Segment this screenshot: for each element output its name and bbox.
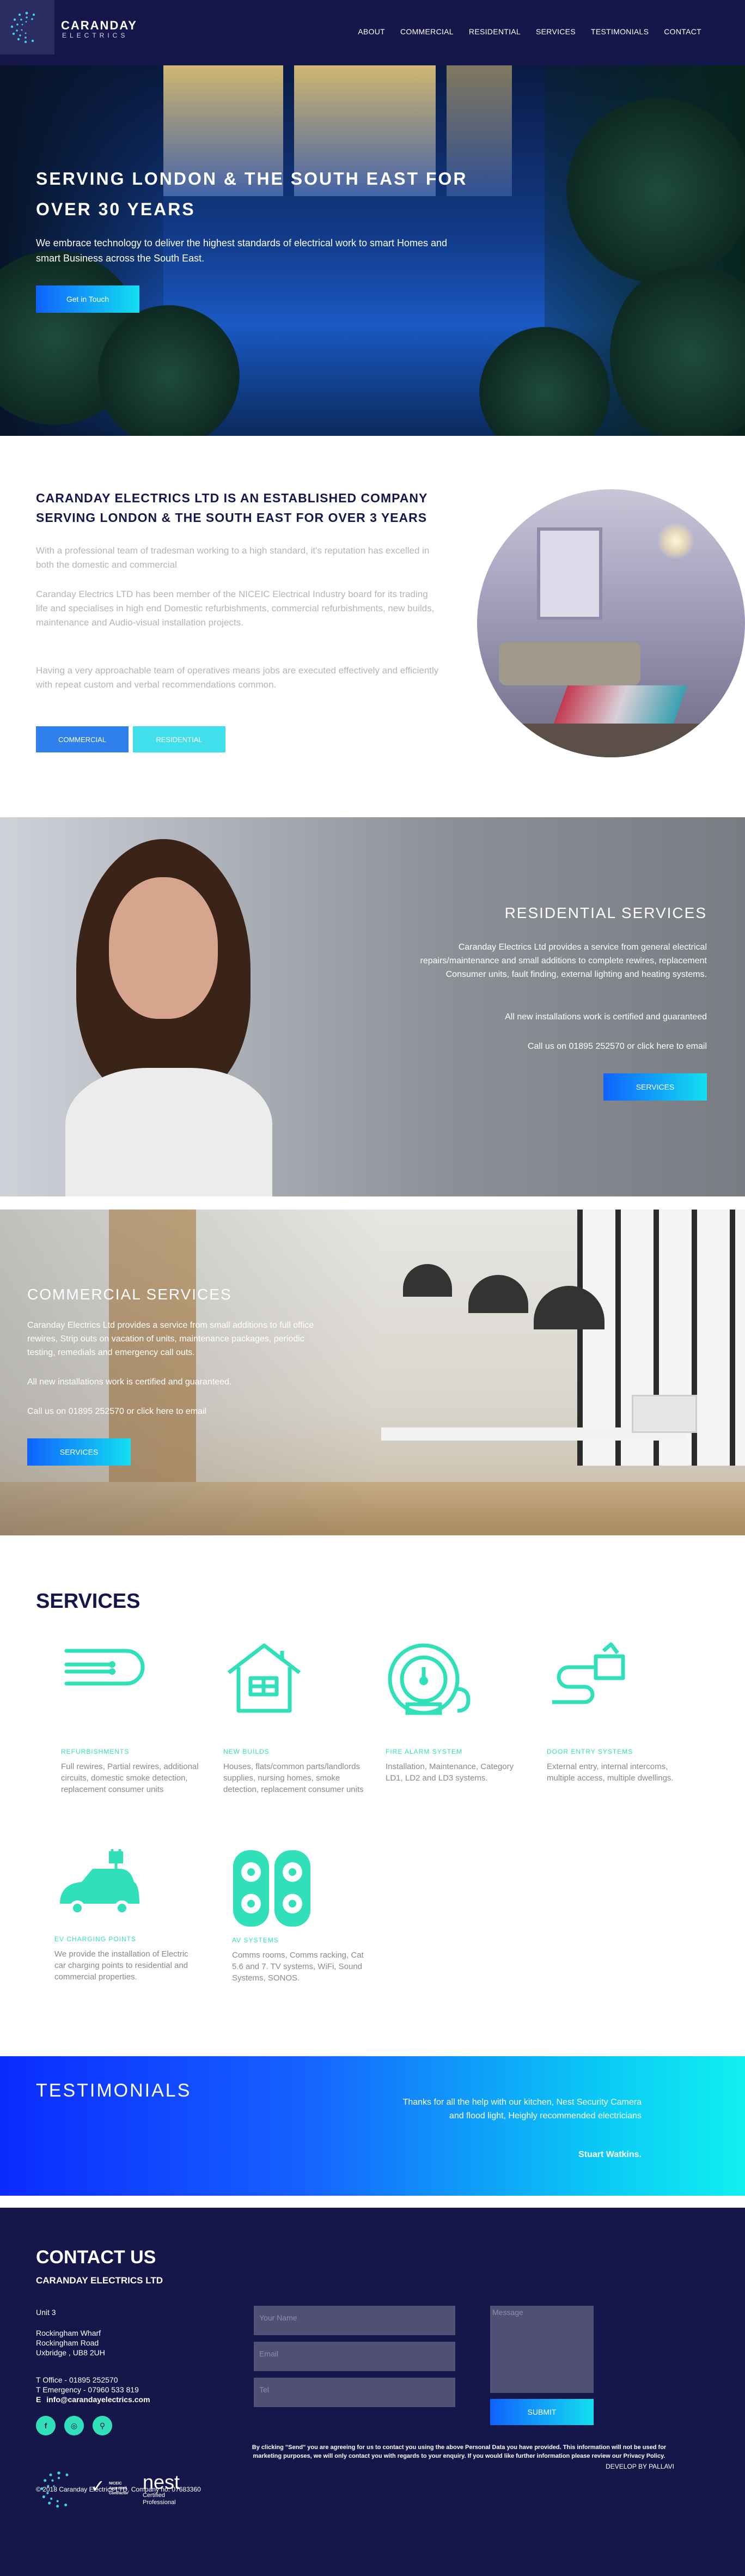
address-line: Uxbridge , UB8 2UH xyxy=(36,2348,105,2357)
commercial-certified-text: All new installations work is certified … xyxy=(27,1377,232,1387)
service-text: Houses, flats/common parts/landlords sup… xyxy=(223,1762,364,1794)
residential-call-link[interactable]: Call us on 01895 252570 or click here to… xyxy=(528,1042,707,1052)
hero-title: SERVING LONDON & THE SOUTH EAST FOR OVER… xyxy=(36,169,468,219)
nav-services[interactable]: SERVICES xyxy=(536,27,576,36)
power-plug-icon xyxy=(64,1649,145,1686)
ev-car-charging-icon xyxy=(60,1849,139,1916)
instagram-icon[interactable]: ◎ xyxy=(64,2416,84,2435)
commercial-call-link[interactable]: Call us on 01895 252570 or click here to… xyxy=(27,1407,206,1417)
service-card-new-builds: NEW BUILDS Houses, flats/common parts/la… xyxy=(223,1640,370,1795)
residential-certified-text: All new installations work is certified … xyxy=(505,1012,707,1022)
nav-about[interactable]: ABOUT xyxy=(358,27,385,36)
name-field[interactable]: Your Name xyxy=(254,2306,455,2335)
service-title: FIRE ALARM SYSTEM xyxy=(386,1748,463,1755)
developer-credit[interactable]: DEVELOP BY PALLAVI xyxy=(606,2463,674,2470)
service-card-av-systems: AV SYSTEMS Comms rooms, Comms racking, C… xyxy=(232,1849,379,1984)
commercial-services-button[interactable]: SERVICES xyxy=(27,1438,131,1466)
residential-title: RESIDENTIAL SERVICES xyxy=(504,904,707,921)
service-title: AV SYSTEMS xyxy=(232,1936,279,1944)
logo-box[interactable] xyxy=(0,0,54,54)
copyright-text: © 2018 Caranday Electrics LTD. Company n… xyxy=(36,2486,201,2493)
get-in-touch-button[interactable]: Get in Touch xyxy=(36,285,139,313)
nav-testimonials[interactable]: TESTIMONIALS xyxy=(591,27,649,36)
residential-section: RESIDENTIAL SERVICES Caranday Electrics … xyxy=(0,817,745,1196)
service-text: We provide the installation of Electric … xyxy=(54,1949,188,1982)
location-pin-icon[interactable]: ⚲ xyxy=(93,2416,112,2435)
nest-subtitle: Certified Professional xyxy=(143,2492,176,2506)
main-menu: ABOUT COMMERCIAL RESIDENTIAL SERVICES TE… xyxy=(358,27,701,36)
services-title: SERVICES xyxy=(36,1590,141,1613)
office-photo xyxy=(0,1210,745,1535)
service-title: DOOR ENTRY SYSTEMS xyxy=(547,1748,633,1755)
facebook-icon[interactable]: f xyxy=(36,2416,56,2435)
service-card-fire-alarm: FIRE ALARM SYSTEM Installation, Maintena… xyxy=(386,1640,533,1784)
email-label: E xyxy=(36,2395,41,2404)
service-card-refurbishments: REFURBISHMENTS Full rewires, Partial rew… xyxy=(61,1640,208,1795)
testimonial-author: Stuart Watkins. xyxy=(578,2150,642,2159)
service-title: EV CHARGING POINTS xyxy=(54,1935,137,1943)
address-line: Unit 3 xyxy=(36,2308,56,2317)
about-paragraph-2: Caranday Electrics LTD has been member o… xyxy=(36,589,435,628)
living-room-photo xyxy=(477,489,745,757)
residential-services-button[interactable]: SERVICES xyxy=(603,1073,707,1101)
hero-banner: SERVING LONDON & THE SOUTH EAST FOR OVER… xyxy=(0,65,745,436)
address-line: Rockingham Wharf xyxy=(36,2329,101,2337)
email-field[interactable]: Email xyxy=(254,2342,455,2371)
testimonial-quote: Thanks for all the help with our kitchen… xyxy=(402,2098,642,2121)
about-title: CARANDAY ELECTRICS LTD IS AN ESTABLISHED… xyxy=(36,491,428,525)
service-card-door-entry: DOOR ENTRY SYSTEMS External entry, inter… xyxy=(547,1640,694,1784)
contact-title: CONTACT US xyxy=(36,2247,156,2268)
about-paragraph-1: With a professional team of tradesman wo… xyxy=(36,545,430,570)
door-entry-icon xyxy=(552,1642,625,1704)
hero-text: We embrace technology to deliver the hig… xyxy=(36,238,448,264)
email-row: E info@carandayelectrics.com xyxy=(36,2395,150,2404)
commercial-button[interactable]: COMMERCIAL xyxy=(36,726,129,752)
commercial-title: COMMERCIAL SERVICES xyxy=(27,1286,232,1303)
submit-button[interactable]: SUBMIT xyxy=(490,2399,594,2425)
fire-alarm-bell-icon xyxy=(388,1643,471,1715)
service-text: External entry, internal intercoms, mult… xyxy=(547,1762,674,1783)
social-links: f ◎ ⚲ xyxy=(36,2416,112,2438)
testimonials-title: TESTIMONIALS xyxy=(36,2080,192,2101)
speakers-icon xyxy=(233,1850,310,1927)
top-navbar: CARANDAY ELECTRICS ABOUT COMMERCIAL RESI… xyxy=(0,0,745,65)
logo-dots-icon xyxy=(10,11,35,44)
brand-name[interactable]: CARANDAY xyxy=(61,19,137,33)
brand-subtitle: ELECTRICS xyxy=(62,32,129,39)
residential-button[interactable]: RESIDENTIAL xyxy=(133,726,225,752)
nav-residential[interactable]: RESIDENTIAL xyxy=(469,27,521,36)
commercial-section: COMMERCIAL SERVICES Caranday Electrics L… xyxy=(0,1210,745,1535)
testimonials-section: TESTIMONIALS Thanks for all the help wit… xyxy=(0,2056,745,2196)
message-field[interactable]: Message xyxy=(490,2306,594,2393)
phone-office[interactable]: T Office - 01895 252570 xyxy=(36,2375,118,2384)
about-paragraph-3: Having a very approachable team of opera… xyxy=(36,665,439,690)
service-text: Installation, Maintenance, Category LD1,… xyxy=(386,1762,514,1783)
phone-emergency[interactable]: T Emergency - 07960 533 819 xyxy=(36,2385,139,2394)
address-line: Rockingham Road xyxy=(36,2338,99,2347)
residential-paragraph: Caranday Electrics Ltd provides a servic… xyxy=(420,943,707,979)
house-icon xyxy=(227,1643,301,1713)
service-text: Full rewires, Partial rewires, additiona… xyxy=(61,1762,199,1794)
service-title: NEW BUILDS xyxy=(223,1748,270,1755)
contact-section: CONTACT US CARANDAY ELECTRICS LTD Unit 3… xyxy=(0,2208,745,2576)
contact-company: CARANDAY ELECTRICS LTD xyxy=(36,2275,163,2286)
tel-field[interactable]: Tel xyxy=(254,2378,455,2407)
residential-woman-photo xyxy=(54,839,283,1196)
privacy-consent-text: By clicking "Send" you are agreeing for … xyxy=(252,2444,667,2459)
service-title: REFURBISHMENTS xyxy=(61,1748,130,1755)
nav-contact[interactable]: CONTACT xyxy=(664,27,701,36)
commercial-paragraph: Caranday Electrics Ltd provides a servic… xyxy=(27,1321,314,1357)
email-link[interactable]: info@carandayelectrics.com xyxy=(46,2395,150,2404)
service-text: Comms rooms, Comms racking, Cat 5.6 and … xyxy=(232,1951,364,1983)
nav-commercial[interactable]: COMMERCIAL xyxy=(400,27,454,36)
service-card-ev-charging: EV CHARGING POINTS We provide the instal… xyxy=(54,1849,201,1983)
